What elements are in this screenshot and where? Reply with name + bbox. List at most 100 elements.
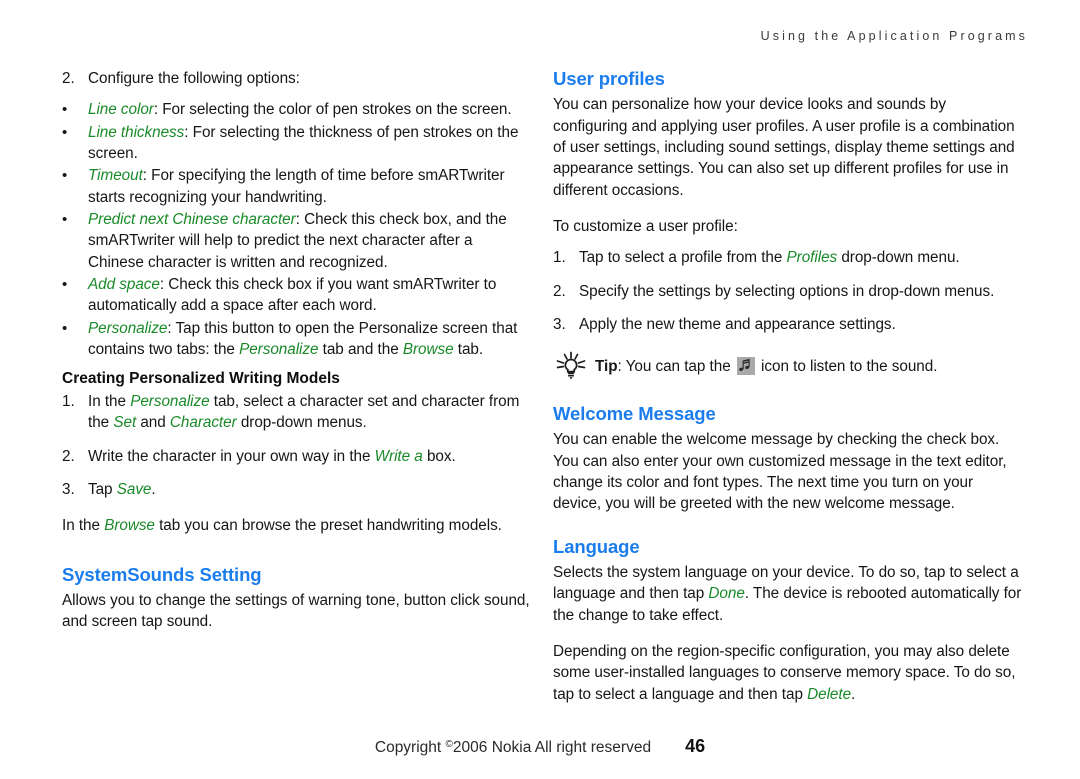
- subheading-creating-models: Creating Personalized Writing Models: [62, 370, 340, 388]
- tip-text-before: : You can tap the: [617, 358, 735, 376]
- copyright-text: Copyright: [374, 739, 446, 756]
- emphasis-term: Done: [708, 585, 745, 603]
- list-item-text: .: [151, 480, 156, 498]
- list-item-text: In the: [88, 392, 131, 410]
- left-column: 2. Configure the following options: • Li…: [62, 68, 532, 632]
- language-paragraph-2: Depending on the region-specific configu…: [553, 641, 1023, 705]
- list-item: 1. In the Personalize tab, select a char…: [62, 391, 532, 434]
- customize-profile-intro: To customize a user profile:: [553, 217, 738, 235]
- emphasis-term: Write a: [374, 447, 423, 465]
- language-paragraph-1: Selects the system language on your devi…: [553, 562, 1023, 626]
- emphasis-term: Browse: [104, 517, 155, 535]
- list-item: • Timeout: For specifying the length of …: [62, 165, 532, 208]
- list-item-text: Tap to select a profile from the: [579, 249, 787, 267]
- tip-text-after: icon to listen to the sound.: [756, 358, 938, 376]
- list-item: • Predict next Chinese character: Check …: [62, 209, 532, 273]
- list-item-text: : For selecting the color of pen strokes…: [153, 101, 512, 119]
- emphasis-term: Line color: [88, 101, 154, 119]
- bullet-marker: •: [62, 101, 68, 119]
- right-column: User profiles You can personalize how yo…: [553, 68, 1023, 705]
- list-item: • Line color: For selecting the color of…: [62, 99, 532, 120]
- emphasis-term: Predict next Chinese character: [88, 210, 296, 228]
- copyright-symbol: ©: [445, 739, 453, 750]
- list-marker: 1.: [62, 392, 75, 410]
- paragraph-text: Depending on the region-specific configu…: [553, 643, 1016, 703]
- list-item-text: box.: [422, 447, 456, 465]
- list-item: 2. Write the character in your own way i…: [62, 446, 532, 467]
- list-marker: 2.: [62, 70, 75, 87]
- systemsounds-paragraph: Allows you to change the settings of war…: [62, 591, 530, 631]
- bullet-marker: •: [62, 123, 68, 141]
- tip-callout: Tip: You can tap the icon to listen to t…: [553, 351, 1023, 382]
- list-item-text: drop-down menus.: [236, 414, 367, 432]
- emphasis-term: Character: [169, 414, 237, 432]
- list-marker: 2.: [553, 282, 566, 300]
- list-item-personalize: • Personalize: Tap this button to open t…: [62, 318, 532, 361]
- list-marker: 2.: [62, 447, 75, 465]
- list-item-text: Apply the new theme and appearance setti…: [579, 315, 896, 333]
- emphasis-term: Line thickness: [88, 123, 185, 141]
- emphasis-term: Personalize: [88, 319, 168, 337]
- list-item-text: Write the character in your own way in t…: [88, 447, 375, 465]
- list-item: • Line thickness: For selecting the thic…: [62, 122, 532, 165]
- bullet-marker: •: [62, 210, 68, 228]
- emphasis-term: Save: [116, 480, 152, 498]
- list-item-text: : For specifying the length of time befo…: [88, 167, 505, 206]
- list-item: 3. Apply the new theme and appearance se…: [553, 314, 1023, 335]
- user-profile-steps-list: 1. Tap to select a profile from the Prof…: [553, 247, 1023, 335]
- bullet-marker: •: [62, 275, 68, 293]
- copyright-rest: 2006 Nokia All right reserved: [452, 739, 652, 756]
- emphasis-term: Delete: [807, 685, 852, 703]
- list-item-text: drop-down menu.: [837, 249, 960, 267]
- list-marker: 3.: [553, 315, 566, 333]
- running-header: Using the Application Programs: [760, 29, 1028, 43]
- list-item-text: tab and the: [318, 340, 403, 358]
- emphasis-term: Add space: [88, 275, 160, 293]
- heading-language: Language: [553, 535, 640, 557]
- list-item: 3. Tap Save.: [62, 479, 532, 500]
- emphasis-term: Set: [113, 414, 137, 432]
- list-marker: 3.: [62, 480, 75, 498]
- bullet-marker: •: [62, 167, 68, 185]
- heading-welcome-message: Welcome Message: [553, 403, 716, 425]
- manual-page: Using the Application Programs 2. Config…: [0, 0, 1080, 779]
- paragraph-text: tab you can browse the preset handwritin…: [154, 517, 502, 535]
- list-item: 2. Specify the settings by selecting opt…: [553, 281, 1023, 302]
- paragraph-text: In the: [62, 517, 105, 535]
- heading-systemsounds-setting: SystemSounds Setting: [62, 563, 262, 585]
- emphasis-term: Personalize: [239, 340, 319, 358]
- emphasis-term: Personalize: [130, 392, 210, 410]
- page-footer: Copyright ©2006 Nokia All right reserved…: [0, 736, 1080, 757]
- list-item: • Add space: Check this check box if you…: [62, 274, 532, 317]
- models-steps-list: 1. In the Personalize tab, select a char…: [62, 391, 532, 500]
- music-note-icon[interactable]: [736, 357, 755, 376]
- emphasis-term: Browse: [402, 340, 454, 358]
- user-profiles-paragraph: You can personalize how your device look…: [553, 96, 1015, 199]
- emphasis-term: Timeout: [88, 167, 143, 185]
- list-item-text: Specify the settings by selecting option…: [579, 282, 995, 300]
- page-number: 46: [685, 736, 706, 756]
- list-item-text: tab.: [453, 340, 484, 358]
- list-item: 1. Tap to select a profile from the Prof…: [553, 247, 1023, 268]
- list-item-text: Tap: [88, 480, 117, 498]
- welcome-message-paragraph: You can enable the welcome message by ch…: [553, 431, 1007, 513]
- tip-label: Tip: [595, 358, 618, 376]
- heading-user-profiles: User profiles: [553, 68, 665, 89]
- list-item-step-2: 2. Configure the following options:: [62, 68, 532, 89]
- bullet-marker: •: [62, 319, 68, 337]
- list-marker: 1.: [553, 249, 566, 267]
- list-item-text: Configure the following options:: [88, 70, 300, 87]
- options-bullet-list: • Line color: For selecting the color of…: [62, 99, 532, 360]
- browse-note-paragraph: In the Browse tab you can browse the pre…: [62, 515, 532, 536]
- lightbulb-icon: [553, 351, 589, 381]
